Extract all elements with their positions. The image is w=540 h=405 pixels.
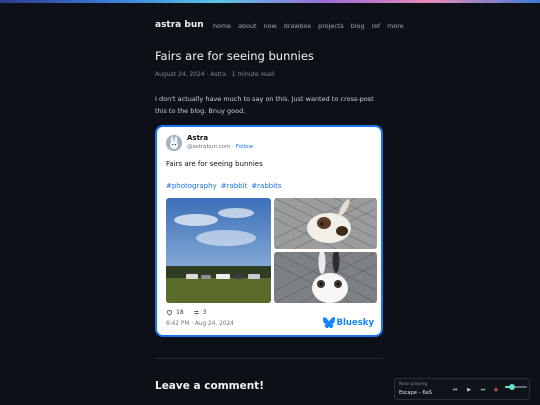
embed-date[interactable]: 6:42 PM · Aug 24, 2024	[166, 321, 234, 327]
photo-rabbit-white[interactable]	[274, 252, 377, 303]
nav-drawbox[interactable]: drawbox	[284, 22, 311, 30]
volume-slider[interactable]	[505, 384, 527, 390]
comments-heading: Leave a comment!	[155, 380, 264, 392]
section-divider	[155, 358, 383, 359]
tag-rabbits[interactable]: #rabbits	[251, 182, 281, 190]
site-title[interactable]: astra bun	[155, 20, 204, 30]
bluesky-logo[interactable]: Bluesky	[322, 317, 374, 328]
embed-actions: 18 3	[166, 309, 206, 316]
nav-about[interactable]: about	[238, 22, 256, 30]
nav-home[interactable]: home	[213, 22, 231, 30]
gradient-top-bar	[0, 0, 540, 3]
photo-fairground[interactable]	[166, 198, 271, 303]
embed-text: Fairs are for seeing bunnies	[166, 160, 263, 168]
next-icon[interactable]: ⏭	[478, 385, 488, 395]
repost-count: 3	[202, 309, 207, 316]
nav-now[interactable]: now	[264, 22, 277, 30]
tag-rabbit[interactable]: #rabbit	[221, 182, 248, 190]
now-playing-label: Now playing	[399, 382, 428, 387]
nav-projects[interactable]: projects	[318, 22, 344, 30]
embed-handle[interactable]: @astrabun.com	[187, 144, 230, 150]
repost-icon	[193, 310, 199, 315]
play-icon[interactable]: ▶	[464, 385, 474, 395]
main-nav: home about now drawbox projects blog ref…	[213, 22, 404, 30]
previous-icon[interactable]: ⏮	[450, 385, 460, 395]
nav-blog[interactable]: blog	[351, 22, 365, 30]
post-meta: August 24, 2024 · Astra · 1 minute read	[155, 71, 275, 78]
photo-rabbit-spotted[interactable]	[274, 198, 377, 249]
bluesky-wordmark: Bluesky	[336, 317, 374, 328]
volume-knob[interactable]	[508, 384, 515, 390]
butterfly-icon	[322, 317, 335, 328]
bluesky-embed-card[interactable]: Astra @astrabun.com · Follow Fairs are f…	[155, 125, 383, 337]
embed-author[interactable]: Astra	[187, 134, 208, 142]
avatar[interactable]	[166, 135, 182, 151]
repost-action[interactable]: 3	[193, 309, 207, 316]
now-playing-track: Escape – 6aS	[399, 390, 432, 396]
record-icon[interactable]: ◉	[491, 385, 501, 395]
nav-more[interactable]: more	[387, 22, 404, 30]
embed-handle-line: @astrabun.com · Follow	[187, 144, 253, 150]
follow-link[interactable]: Follow	[236, 144, 253, 150]
nav-ref[interactable]: ref	[371, 22, 380, 30]
embed-tags: #photography #rabbit #rabbits	[166, 182, 282, 190]
like-action[interactable]: 18	[166, 309, 184, 316]
heart-icon	[166, 310, 173, 316]
like-count: 18	[176, 309, 184, 316]
tag-photography[interactable]: #photography	[166, 182, 217, 190]
post-body: I don't actually have much to say on thi…	[155, 95, 374, 115]
post-title: Fairs are for seeing bunnies	[155, 49, 314, 63]
